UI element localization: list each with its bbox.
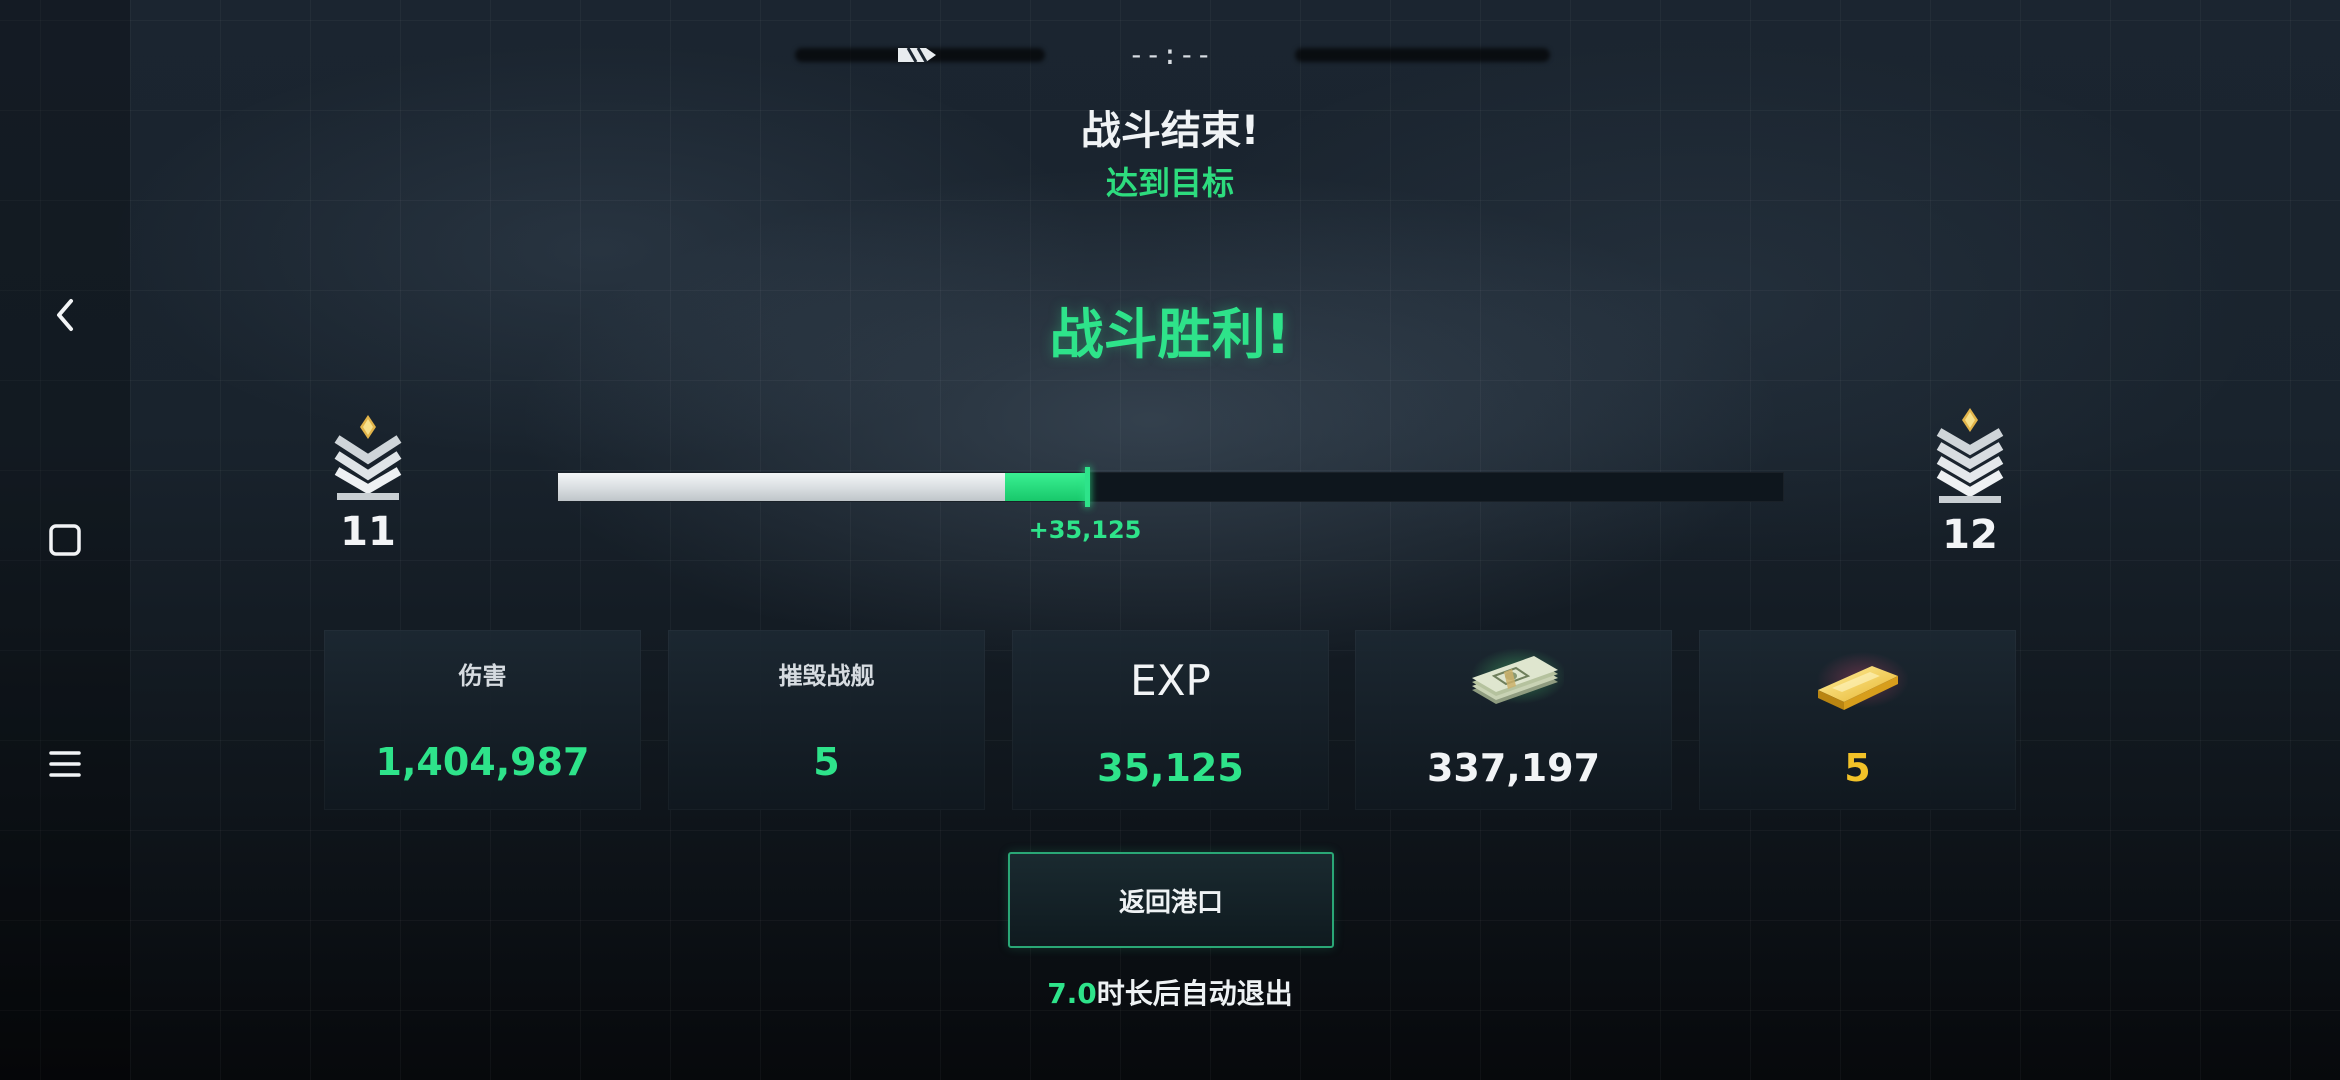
ships-destroyed-value: 5 [813, 740, 840, 784]
damage-value: 1,404,987 [375, 740, 590, 784]
exp-label: EXP [1130, 656, 1211, 705]
current-rank-number: 11 [340, 509, 396, 555]
next-rank: 12 [1925, 408, 2015, 558]
gold-bar-icon [1816, 652, 1908, 710]
menu-lines-icon [49, 751, 81, 777]
credits-value: 337,197 [1426, 746, 1601, 790]
credits-icon-holder [1355, 646, 1672, 716]
auto-exit-notice: 7.0时长后自动退出 [0, 972, 2340, 1012]
exp-card: EXP 35,125 [1012, 630, 1329, 810]
rank-progress-marker [1085, 467, 1091, 507]
damage-card: 伤害 1,404,987 [324, 630, 641, 810]
gold-icon-holder [1699, 646, 2016, 716]
status-icons-right [1295, 48, 1550, 62]
chevron-rank-icon [1936, 408, 2004, 503]
exp-value: 35,125 [1097, 746, 1244, 790]
signal-icon [898, 47, 936, 63]
return-to-port-label: 返回港口 [1118, 887, 1223, 918]
rank-progress-gain [1005, 473, 1088, 501]
status-clock: --:-- [1127, 38, 1213, 71]
chevron-rank-icon [334, 415, 402, 500]
next-rank-number: 12 [1942, 512, 1998, 558]
home-button[interactable] [30, 505, 100, 575]
gold-card: 5 [1699, 630, 2016, 810]
status-bar: --:-- [0, 38, 2340, 74]
cash-stack-icon [1470, 648, 1564, 704]
current-rank: 11 [323, 415, 413, 555]
victory-banner: 战斗胜利! [1049, 303, 1291, 366]
return-to-port-button[interactable]: 返回港口 [1008, 852, 1334, 948]
battle-end-title: 战斗结束! [1080, 108, 1260, 154]
auto-exit-text: 时长后自动退出 [1096, 977, 1293, 1010]
rank-progress-bar [557, 467, 1784, 507]
recent-apps-button[interactable] [30, 729, 100, 799]
battle-result-screen: --:-- 战斗结束! 达到目标 战斗胜利! 11 +35,125 12 伤害 … [0, 0, 2340, 1080]
auto-exit-seconds: 7.0 [1047, 977, 1097, 1010]
gold-value: 5 [1844, 746, 1871, 790]
objective-reached-text: 达到目标 [1105, 164, 1234, 202]
credits-card: 337,197 [1355, 630, 1672, 810]
ships-destroyed-card: 摧毁战舰 5 [668, 630, 985, 810]
exp-gain-label: +35,125 [1028, 516, 1142, 544]
ships-destroyed-label: 摧毁战舰 [778, 662, 875, 690]
rank-progress-existing [558, 473, 1006, 501]
home-square-icon [49, 524, 81, 556]
damage-label: 伤害 [458, 662, 507, 690]
